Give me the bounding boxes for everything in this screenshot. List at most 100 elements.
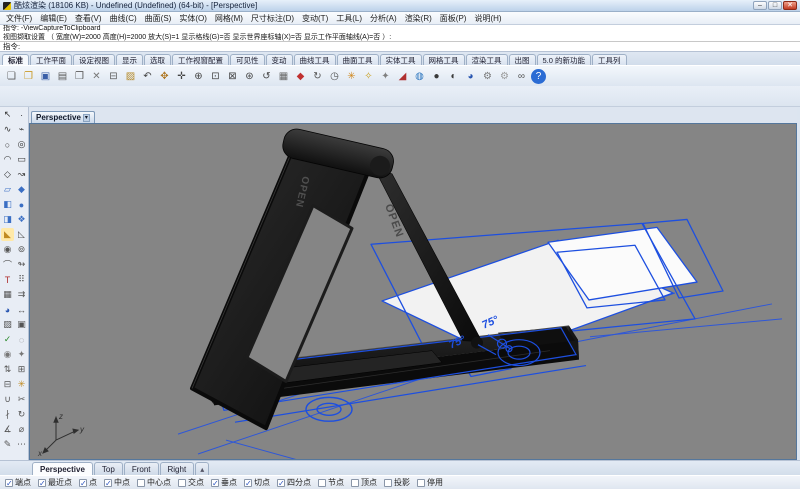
osnap-toggle[interactable]: 最近点 <box>38 477 72 488</box>
menu-item[interactable]: 曲面(S) <box>141 13 176 24</box>
close-button[interactable]: ✕ <box>783 1 797 10</box>
toolbar-icon[interactable]: ◐ <box>446 69 461 84</box>
sidebar-tool-icon[interactable]: ▦ <box>1 288 14 301</box>
osnap-toggle[interactable]: 投影 <box>384 477 410 488</box>
menu-item[interactable]: 文件(F) <box>2 13 36 24</box>
toolbar-icon[interactable]: ↶ <box>140 69 155 84</box>
sidebar-tool-icon[interactable]: ✦ <box>15 348 28 361</box>
viewport-tab-menu[interactable]: ▴ <box>195 462 209 475</box>
sidebar-tool-icon[interactable]: ↖ <box>1 108 14 121</box>
viewport-canvas[interactable]: 75° 75° OPEN OPEN <box>29 123 797 460</box>
sidebar-tool-icon[interactable]: ∡ <box>1 423 14 436</box>
sidebar-tool-icon[interactable]: ⋯ <box>15 438 28 451</box>
osnap-toggle[interactable]: 切点 <box>244 477 270 488</box>
toolbar-icon[interactable]: ◕ <box>463 69 478 84</box>
chevron-down-icon[interactable]: ▾ <box>83 114 90 122</box>
sidebar-tool-icon[interactable]: ↔ <box>15 303 28 316</box>
sidebar-tool-icon[interactable]: ↻ <box>15 408 28 421</box>
osnap-checkbox[interactable] <box>384 479 392 487</box>
osnap-checkbox[interactable] <box>38 479 46 487</box>
osnap-toggle[interactable]: 交点 <box>178 477 204 488</box>
menu-item[interactable]: 渲染(R) <box>401 13 436 24</box>
menu-item[interactable]: 曲线(C) <box>106 13 141 24</box>
toolbar-icon[interactable]: ✕ <box>89 69 104 84</box>
osnap-toggle[interactable]: 中心点 <box>137 477 171 488</box>
toolbar-icon[interactable]: ⚙ <box>497 69 512 84</box>
osnap-toggle[interactable]: 停用 <box>417 477 443 488</box>
osnap-checkbox[interactable] <box>244 479 252 487</box>
toolbar-icon[interactable]: ▤ <box>55 69 70 84</box>
toolbar-icon[interactable]: ? <box>531 69 546 84</box>
menu-item[interactable]: 尺寸标注(D) <box>247 13 298 24</box>
menu-item[interactable]: 面板(P) <box>436 13 471 24</box>
menu-item[interactable]: 分析(A) <box>366 13 401 24</box>
toolbar-tab[interactable]: 出图 <box>509 54 536 65</box>
sidebar-tool-icon[interactable]: ✓ <box>1 333 14 346</box>
toolbar-icon[interactable]: ✧ <box>361 69 376 84</box>
toolbar-icon[interactable]: ✥ <box>157 69 172 84</box>
sidebar-tool-icon[interactable]: ↬ <box>15 258 28 271</box>
toolbar-tab[interactable]: 显示 <box>116 54 143 65</box>
sidebar-tool-icon[interactable]: ✂ <box>15 393 28 406</box>
sidebar-tool-icon[interactable]: ❖ <box>15 213 28 226</box>
toolbar-icon[interactable]: ⚙ <box>480 69 495 84</box>
osnap-toggle[interactable]: 垂点 <box>211 477 237 488</box>
sidebar-tool-icon[interactable]: ◇ <box>1 168 14 181</box>
toolbar-tab[interactable]: 5.0 的新功能 <box>537 54 592 65</box>
viewport-page-tab[interactable]: Perspective <box>32 462 93 475</box>
toolbar-icon[interactable]: ❐ <box>21 69 36 84</box>
toolbar-tab[interactable]: 工具列 <box>592 54 627 65</box>
sidebar-tool-icon[interactable]: ⌀ <box>15 423 28 436</box>
menu-item[interactable]: 编辑(E) <box>36 13 71 24</box>
osnap-checkbox[interactable] <box>5 479 13 487</box>
minimize-button[interactable]: – <box>753 1 767 10</box>
sidebar-tool-icon[interactable]: ∪ <box>1 393 14 406</box>
sidebar-tool-icon[interactable]: ◎ <box>15 138 28 151</box>
sidebar-tool-icon[interactable]: ● <box>15 198 28 211</box>
toolbar-icon[interactable]: ⊡ <box>208 69 223 84</box>
menu-item[interactable]: 网格(M) <box>211 13 247 24</box>
sidebar-tool-icon[interactable]: T <box>1 273 14 286</box>
sidebar-tool-icon[interactable]: ⊚ <box>15 243 28 256</box>
toolbar-tab[interactable]: 曲面工具 <box>337 54 379 65</box>
command-input[interactable]: 指令: <box>0 42 800 52</box>
sidebar-tool-icon[interactable]: ⊞ <box>15 363 28 376</box>
sidebar-tool-icon[interactable]: ∙ <box>15 108 28 121</box>
osnap-toggle[interactable]: 端点 <box>5 477 31 488</box>
toolbar-tab[interactable]: 工作平面 <box>30 54 72 65</box>
osnap-checkbox[interactable] <box>104 479 112 487</box>
sidebar-tool-icon[interactable]: ⠿ <box>15 273 28 286</box>
sidebar-tool-icon[interactable]: ∿ <box>1 123 14 136</box>
osnap-checkbox[interactable] <box>137 479 145 487</box>
osnap-checkbox[interactable] <box>351 479 359 487</box>
sidebar-tool-icon[interactable]: ∤ <box>1 408 14 421</box>
sidebar-tool-icon[interactable]: ↝ <box>15 168 28 181</box>
toolbar-icon[interactable]: ❏ <box>4 69 19 84</box>
sidebar-tool-icon[interactable]: ◣ <box>1 228 14 241</box>
osnap-toggle[interactable]: 顶点 <box>351 477 377 488</box>
sidebar-tool-icon[interactable]: ▣ <box>15 318 28 331</box>
sidebar-tool-icon[interactable]: ▭ <box>15 153 28 166</box>
osnap-toggle[interactable]: 四分点 <box>277 477 311 488</box>
sidebar-tool-icon[interactable]: ◺ <box>15 228 28 241</box>
osnap-checkbox[interactable] <box>211 479 219 487</box>
toolbar-tab[interactable]: 可见性 <box>230 54 265 65</box>
sidebar-tool-icon[interactable]: ◠ <box>1 153 14 166</box>
toolbar-icon[interactable]: ◍ <box>412 69 427 84</box>
toolbar-tab[interactable]: 实体工具 <box>380 54 422 65</box>
sidebar-tool-icon[interactable]: ○ <box>1 138 14 151</box>
osnap-toggle[interactable]: 点 <box>79 477 97 488</box>
toolbar-tab[interactable]: 网格工具 <box>423 54 465 65</box>
toolbar-icon[interactable]: ✳ <box>344 69 359 84</box>
osnap-toggle[interactable]: 中点 <box>104 477 130 488</box>
sidebar-tool-icon[interactable]: ✳ <box>15 378 28 391</box>
viewport-title-tab[interactable]: Perspective ▾ <box>31 111 95 123</box>
viewport-page-tab[interactable]: Right <box>160 462 195 475</box>
toolbar-icon[interactable]: ⊕ <box>191 69 206 84</box>
osnap-toggle[interactable]: 节点 <box>318 477 344 488</box>
menu-item[interactable]: 实体(O) <box>175 13 211 24</box>
sidebar-tool-icon[interactable]: ▨ <box>1 318 14 331</box>
toolbar-icon[interactable]: ⊠ <box>225 69 240 84</box>
toolbar-tab[interactable]: 设定视图 <box>73 54 115 65</box>
toolbar-icon[interactable]: ▦ <box>276 69 291 84</box>
